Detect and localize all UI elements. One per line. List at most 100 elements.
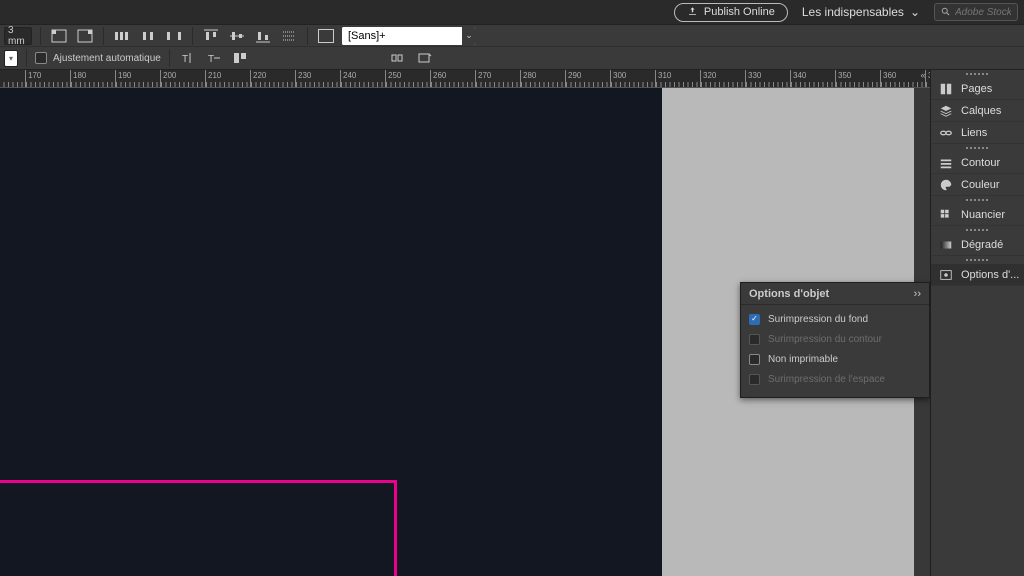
checkbox-icon[interactable] [749,314,760,325]
text-rotate-90-button[interactable]: T [204,49,224,67]
cell-style-button[interactable] [316,27,336,45]
panel-pages[interactable]: Pages [931,78,1024,100]
panel-title: Options d'objet [749,288,829,300]
option-label: Surimpression du contour [768,334,882,345]
ruler-segment: 190 [115,70,160,88]
option-label: Non imprimable [768,354,838,365]
panel-label: Liens [961,127,987,139]
ruler-segment: 200 [160,70,205,88]
checkbox-box-icon [35,52,47,64]
search-icon [941,7,951,17]
canvas-area[interactable]: 1601701801902002102202302402502602702802… [0,70,930,576]
grip-icon[interactable] [931,256,1024,264]
text-rotate-0-button[interactable]: T [178,49,198,67]
gradient-icon [939,238,953,252]
inset-field[interactable]: 3 mm [4,27,32,45]
ruler-segment: 290 [565,70,610,88]
ruler-segment: 300 [610,70,655,88]
app-top-bar: Publish Online Les indispensables ⌄ [0,0,1024,24]
ruler-segment: 170 [25,70,70,88]
ruler-segment: 240 [340,70,385,88]
panel-color[interactable]: Couleur [931,174,1024,196]
panel-swatches[interactable]: Nuancier [931,204,1024,226]
stock-search-input[interactable] [955,7,1011,18]
ruler-segment: 260 [430,70,475,88]
publish-label: Publish Online [704,6,775,18]
ruler-segment: 330 [745,70,790,88]
ruler-segment: 350 [835,70,880,88]
panel-label: Nuancier [961,209,1005,221]
options-b-button[interactable] [414,49,434,67]
ruler-segment: 230 [295,70,340,88]
stroke-icon [939,156,953,170]
selected-frame[interactable] [0,480,397,576]
panel-stroke[interactable]: Contour [931,152,1024,174]
links-icon [939,126,953,140]
distribute-h-right-button[interactable] [164,27,184,45]
style-input[interactable] [342,27,462,45]
panel-object-options[interactable]: Options d'... [931,264,1024,286]
align-top-button[interactable] [201,27,221,45]
anchor-tr-button[interactable] [75,27,95,45]
workspace-label: Les indispensables [802,5,904,19]
grip-icon[interactable] [931,144,1024,152]
panel-label: Dégradé [961,239,1003,251]
ruler-segment: 220 [250,70,295,88]
ruler-segment: 210 [205,70,250,88]
distribute-h-center-button[interactable] [138,27,158,45]
panel-option-row[interactable]: Surimpression du fond [749,309,921,329]
ruler-segment: 340 [790,70,835,88]
panel-label: Pages [961,83,992,95]
publish-online-button[interactable]: Publish Online [674,3,788,22]
workspace-switcher[interactable]: Les indispensables ⌄ [802,5,920,19]
chevron-down-icon: ⌄ [910,5,920,19]
checkbox-icon [749,334,760,345]
chevron-down-icon[interactable]: ⌄ [462,27,476,45]
align-bottom-button[interactable] [253,27,273,45]
ruler-segment: 280 [520,70,565,88]
control-bar: 3 mm ⌄ ▾ Ajustement automatique T T [0,24,1024,70]
grip-icon[interactable] [931,70,1024,78]
workspace: 1601701801902002102202302402502602702802… [0,70,1024,576]
options-a-button[interactable] [388,49,408,67]
palette-icon [939,178,953,192]
swatches-icon [939,208,953,222]
distribute-h-left-button[interactable] [112,27,132,45]
panel-header[interactable]: Options d'objet ›› [741,283,929,305]
ruler-segment: 320 [700,70,745,88]
ruler-segment: 250 [385,70,430,88]
collapse-chevron-icon[interactable]: ›› [914,288,921,300]
layers-icon [939,104,953,118]
rows-stepper[interactable]: ▾ [4,50,18,67]
panel-option-row[interactable]: Non imprimable [749,349,921,369]
horizontal-ruler[interactable]: 1601701801902002102202302402502602702802… [0,70,930,88]
square-icon [318,29,334,43]
panel-option-row: Surimpression du contour [749,329,921,349]
auto-adjust-label: Ajustement automatique [53,53,161,64]
checkbox-icon [749,374,760,385]
ruler-segment: 160 [0,70,25,88]
anchor-tl-button[interactable] [49,27,69,45]
align-justify-button[interactable] [279,27,299,45]
adobe-stock-search[interactable] [934,3,1018,21]
pages-icon [939,82,953,96]
checkbox-icon[interactable] [749,354,760,365]
panel-layers[interactable]: Calques [931,100,1024,122]
attributes-icon [939,268,953,282]
paragraph-style-select[interactable]: ⌄ [342,27,476,45]
panel-label: Calques [961,105,1001,117]
panel-gradient[interactable]: Dégradé [931,234,1024,256]
panel-links[interactable]: Liens [931,122,1024,144]
align-vcenter-button[interactable] [227,27,247,45]
dock-collapse-icon[interactable]: « [916,70,930,80]
ruler-segment: 310 [655,70,700,88]
panel-label: Contour [961,157,1000,169]
option-label: Surimpression de l'espace [768,374,885,385]
cell-options-button[interactable] [230,49,250,67]
panel-option-row: Surimpression de l'espace [749,369,921,389]
right-panel-dock: « Pages Calques Liens Contour Couleur Nu… [930,70,1024,576]
grip-icon[interactable] [931,196,1024,204]
grip-icon[interactable] [931,226,1024,234]
auto-adjust-checkbox[interactable]: Ajustement automatique [35,52,161,64]
ruler-segment: 270 [475,70,520,88]
